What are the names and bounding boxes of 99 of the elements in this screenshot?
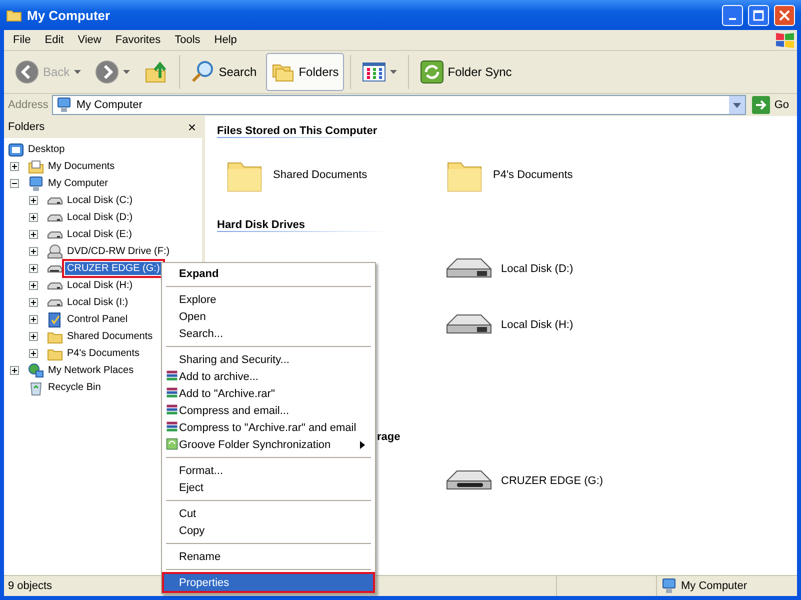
maximize-icon <box>753 10 764 20</box>
tree-item[interactable]: Local Disk (E:) <box>65 228 134 241</box>
expand-toggle[interactable] <box>29 315 38 324</box>
go-button[interactable]: Go <box>750 95 795 115</box>
tree-item[interactable]: CRUZER EDGE (G:) <box>65 262 162 275</box>
caret-icon <box>122 70 130 74</box>
menu-item[interactable]: Sharing and Security... <box>164 351 373 368</box>
expand-toggle[interactable] <box>29 264 38 273</box>
menu-item[interactable]: Groove Folder Synchronization <box>164 436 373 453</box>
tree-item[interactable]: DVD/CD-RW Drive (F:) <box>65 245 172 258</box>
menu-item[interactable]: Compress and email... <box>164 402 373 419</box>
network-icon <box>28 362 44 378</box>
tree-item[interactable]: My Documents <box>46 160 117 173</box>
tree-item[interactable]: Desktop <box>26 143 67 156</box>
menu-item[interactable]: Eject <box>164 479 373 496</box>
close-button[interactable] <box>774 4 795 26</box>
menu-item[interactable]: Expand <box>164 265 373 282</box>
caret-icon <box>74 70 81 74</box>
group-heading: Files Stored on This Computer <box>217 125 378 137</box>
menu-item[interactable]: Explore <box>164 291 373 308</box>
menu-item[interactable]: Edit <box>38 34 71 46</box>
group-heading: rage <box>377 431 400 443</box>
tree-item[interactable]: Local Disk (H:) <box>65 279 135 292</box>
expand-toggle[interactable] <box>10 366 19 375</box>
recycle-bin-icon <box>28 380 44 396</box>
menu-item[interactable]: Compress to "Archive.rar" and email <box>164 419 373 436</box>
drive-item[interactable]: CRUZER EDGE (G:) <box>445 462 665 500</box>
tree-item[interactable]: Shared Documents <box>65 330 155 343</box>
status-location: My Computer <box>681 580 748 592</box>
menu-item[interactable]: File <box>6 34 38 46</box>
tree-item[interactable]: P4's Documents <box>65 347 142 360</box>
menu-item[interactable]: Tools <box>168 34 208 46</box>
window-title: My Computer <box>27 8 112 22</box>
menu-item[interactable]: Open <box>164 308 373 325</box>
menu-item[interactable]: Search... <box>164 325 373 342</box>
search-icon <box>190 60 215 84</box>
submenu-arrow-icon <box>360 440 365 448</box>
menu-item[interactable]: Properties <box>164 574 373 591</box>
computer-icon <box>661 578 677 594</box>
minimize-icon <box>729 18 736 20</box>
views-icon <box>362 61 386 83</box>
menu-item[interactable]: Add to "Archive.rar" <box>164 385 373 402</box>
sync-icon <box>420 60 444 84</box>
archive-icon <box>165 403 179 417</box>
sync-button[interactable]: Folder Sync <box>414 53 517 91</box>
menu-item[interactable]: View <box>70 34 108 46</box>
expand-toggle[interactable] <box>29 213 38 222</box>
drive-item[interactable]: Local Disk (D:) <box>445 250 665 288</box>
archive-icon <box>165 369 179 383</box>
expand-toggle[interactable] <box>29 281 38 290</box>
documents-folder-icon <box>28 158 44 174</box>
caret-icon <box>390 70 397 74</box>
pane-title: Folders <box>8 121 45 133</box>
search-button[interactable]: Search <box>186 53 262 91</box>
collapse-toggle[interactable] <box>10 179 19 188</box>
close-icon <box>779 10 790 20</box>
control-panel-icon <box>47 312 63 328</box>
address-field[interactable]: My Computer <box>52 95 746 115</box>
tree-item[interactable]: My Computer <box>46 177 110 190</box>
tree-item[interactable]: Local Disk (C:) <box>65 194 135 207</box>
menu-item[interactable]: Add to archive... <box>164 368 373 385</box>
menu-item[interactable]: Cut <box>164 505 373 522</box>
tree-item[interactable]: Control Panel <box>65 313 130 326</box>
tree-item[interactable]: Local Disk (D:) <box>65 211 135 224</box>
desktop-icon <box>8 142 24 158</box>
close-pane-button[interactable]: × <box>188 119 196 135</box>
menu-item[interactable]: Format... <box>164 462 373 479</box>
expand-toggle[interactable] <box>29 196 38 205</box>
drive-item[interactable]: P4's Documents <box>445 156 665 194</box>
folders-button[interactable]: Folders <box>266 53 344 91</box>
address-label: Address <box>8 99 48 111</box>
expand-toggle[interactable] <box>29 298 38 307</box>
drive-item[interactable]: Shared Documents <box>225 156 445 194</box>
expand-toggle[interactable] <box>29 332 38 341</box>
computer-icon <box>56 97 72 113</box>
expand-toggle[interactable] <box>29 349 38 358</box>
sync-icon <box>165 437 179 451</box>
computer-icon <box>28 176 44 192</box>
menu-item[interactable]: Copy <box>164 522 373 539</box>
drive-item[interactable]: Local Disk (H:) <box>445 306 665 344</box>
cd-drive-icon <box>47 244 63 260</box>
expand-toggle[interactable] <box>10 162 19 171</box>
group-heading: Hard Disk Drives <box>217 219 306 231</box>
minimize-button[interactable] <box>722 4 743 26</box>
up-folder-icon <box>144 60 168 84</box>
expand-toggle[interactable] <box>29 230 38 239</box>
status-text: 9 objects <box>8 580 52 592</box>
tree-item[interactable]: Recycle Bin <box>46 381 103 394</box>
maximize-button[interactable] <box>748 4 769 26</box>
archive-icon <box>165 386 179 400</box>
menu-item[interactable]: Rename <box>164 548 373 565</box>
menu-item[interactable]: Favorites <box>108 34 168 46</box>
tree-item[interactable]: Local Disk (I:) <box>65 296 130 309</box>
dropdown-icon <box>729 96 746 114</box>
expand-toggle[interactable] <box>29 247 38 256</box>
archive-icon <box>165 420 179 434</box>
tree-item[interactable]: My Network Places <box>46 364 136 377</box>
menu-item[interactable]: Help <box>207 34 244 46</box>
windows-flag-icon <box>773 31 797 49</box>
